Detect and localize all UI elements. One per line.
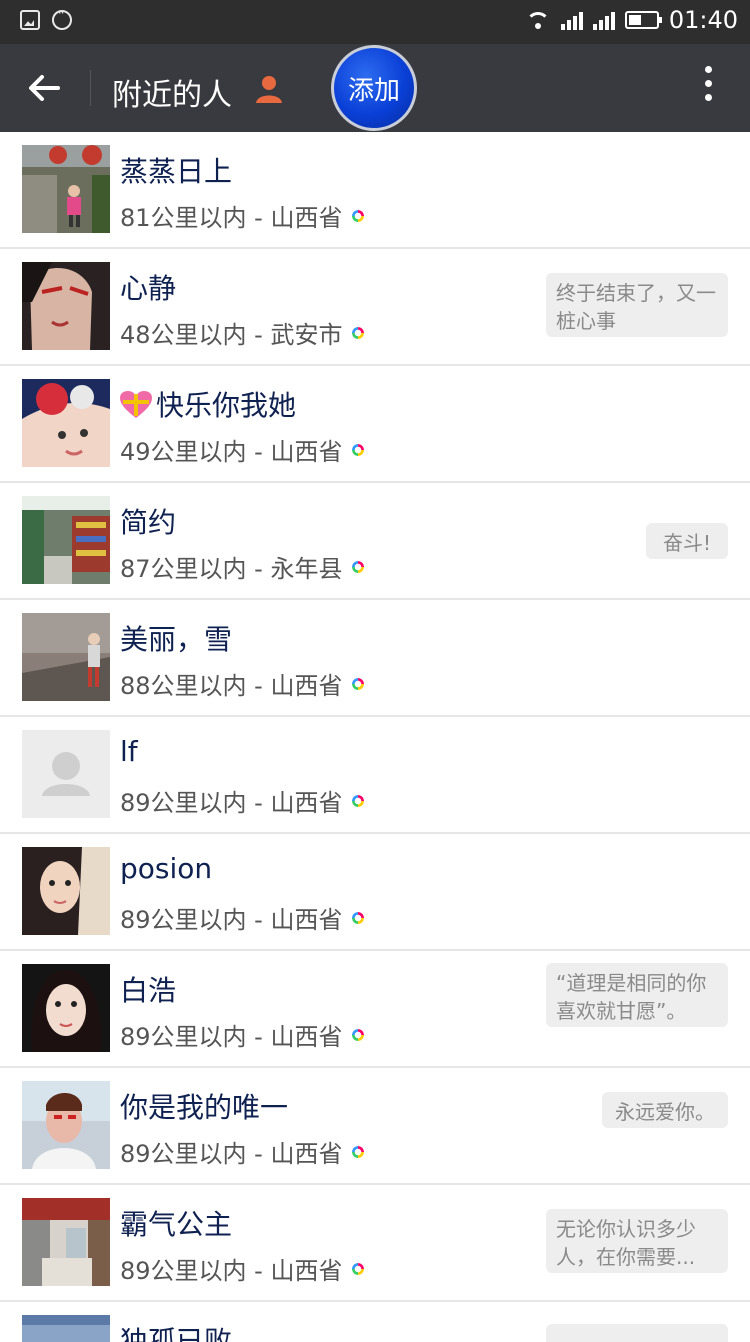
person-name: 独孤已败 xyxy=(120,1325,233,1342)
battery-icon xyxy=(624,11,662,29)
list-item[interactable]: 你是我的唯一 89公里以内 - 山西省 永远爱你。 xyxy=(0,1068,750,1185)
avatar xyxy=(22,496,110,584)
distance-info: 89公里以内 - 山西省 xyxy=(120,1017,365,1052)
distance-info: 89公里以内 - 山西省 xyxy=(120,1251,365,1286)
gallery-notification-icon xyxy=(20,10,40,30)
default-avatar-icon xyxy=(22,730,110,818)
signature-bubble: “道理是相同的你喜欢就甘愿”。 xyxy=(546,963,728,1027)
status-bar: 01:40 xyxy=(0,0,750,44)
location-ring-icon xyxy=(352,326,365,339)
distance-info: 89公里以内 - 山西省 xyxy=(120,900,365,935)
avatar xyxy=(22,1198,110,1286)
avatar xyxy=(22,145,110,233)
list-item[interactable]: 蒸蒸日上 81公里以内 - 山西省 xyxy=(0,132,750,249)
person-name: 霸气公主 xyxy=(120,1208,233,1241)
distance-info: 81公里以内 - 山西省 xyxy=(120,198,365,233)
nearby-people-list: 蒸蒸日上 81公里以内 - 山西省 心静 48公里以内 - 武安市 终于结束了，… xyxy=(0,132,750,1342)
person-name: 美丽，雪 xyxy=(120,623,233,656)
person-name: posion xyxy=(120,852,213,885)
person-name: lf xyxy=(120,735,138,768)
more-menu-icon[interactable] xyxy=(702,66,714,110)
distance-info: 87公里以内 - 永年县 xyxy=(120,549,365,584)
heart-gift-icon xyxy=(120,391,152,418)
signature-bubble: 奋斗! xyxy=(646,523,728,559)
person-name: 心静 xyxy=(120,272,177,305)
person-name: 蒸蒸日上 xyxy=(120,155,233,188)
avatar xyxy=(22,262,110,350)
back-arrow-icon[interactable] xyxy=(24,68,64,108)
location-ring-icon xyxy=(352,911,365,924)
location-ring-icon xyxy=(352,794,365,807)
distance-info: 48公里以内 - 武安市 xyxy=(120,315,365,350)
status-time: 01:40 xyxy=(668,6,738,34)
list-item[interactable]: 白浩 89公里以内 - 山西省 “道理是相同的你喜欢就甘愿”。 xyxy=(0,951,750,1068)
avatar xyxy=(22,730,110,818)
location-ring-icon xyxy=(352,209,365,222)
list-item[interactable]: posion 89公里以内 - 山西省 xyxy=(0,834,750,951)
more-notification-icon xyxy=(52,6,72,30)
person-name: 你是我的唯一 xyxy=(120,1091,289,1124)
avatar xyxy=(22,613,110,701)
list-item[interactable]: lf 89公里以内 - 山西省 xyxy=(0,717,750,834)
avatar xyxy=(22,1315,110,1342)
signature-bubble: 无论你认识多少人，在你需要... xyxy=(546,1209,728,1273)
person-icon xyxy=(256,76,282,103)
avatar xyxy=(22,964,110,1052)
person-name: 白浩 xyxy=(120,974,177,1007)
list-item[interactable]: 独孤已败 xyxy=(0,1302,750,1342)
location-ring-icon xyxy=(352,677,365,690)
person-name: 简约 xyxy=(120,506,177,539)
header-divider xyxy=(90,70,91,106)
signature-bubble xyxy=(546,1324,728,1342)
location-ring-icon xyxy=(352,1262,365,1275)
list-item[interactable]: 霸气公主 89公里以内 - 山西省 无论你认识多少人，在你需要... xyxy=(0,1185,750,1302)
location-ring-icon xyxy=(352,1145,365,1158)
list-item[interactable]: 心静 48公里以内 - 武安市 终于结束了，又一桩心事 xyxy=(0,249,750,366)
signal-icon xyxy=(560,10,583,30)
page-title: 附近的人 xyxy=(112,78,232,113)
app-bar: 附近的人 添加 xyxy=(0,44,750,132)
signature-bubble: 终于结束了，又一桩心事 xyxy=(546,273,728,337)
location-ring-icon xyxy=(352,443,365,456)
avatar xyxy=(22,379,110,467)
distance-info: 49公里以内 - 山西省 xyxy=(120,432,365,467)
distance-info: 89公里以内 - 山西省 xyxy=(120,1134,365,1169)
signature-bubble: 永远爱你。 xyxy=(602,1092,728,1128)
avatar xyxy=(22,847,110,935)
wifi-icon xyxy=(525,10,551,30)
distance-info: 88公里以内 - 山西省 xyxy=(120,666,365,701)
signal-icon-2 xyxy=(592,10,615,30)
list-item[interactable]: 快乐你我她 49公里以内 - 山西省 xyxy=(0,366,750,483)
person-name: 快乐你我她 xyxy=(120,384,296,424)
list-item[interactable]: 简约 87公里以内 - 永年县 奋斗! xyxy=(0,483,750,600)
distance-info: 89公里以内 - 山西省 xyxy=(120,783,365,818)
location-ring-icon xyxy=(352,1028,365,1041)
location-ring-icon xyxy=(352,560,365,573)
add-button[interactable]: 添加 xyxy=(331,45,417,131)
list-item[interactable]: 美丽，雪 88公里以内 - 山西省 xyxy=(0,600,750,717)
avatar xyxy=(22,1081,110,1169)
